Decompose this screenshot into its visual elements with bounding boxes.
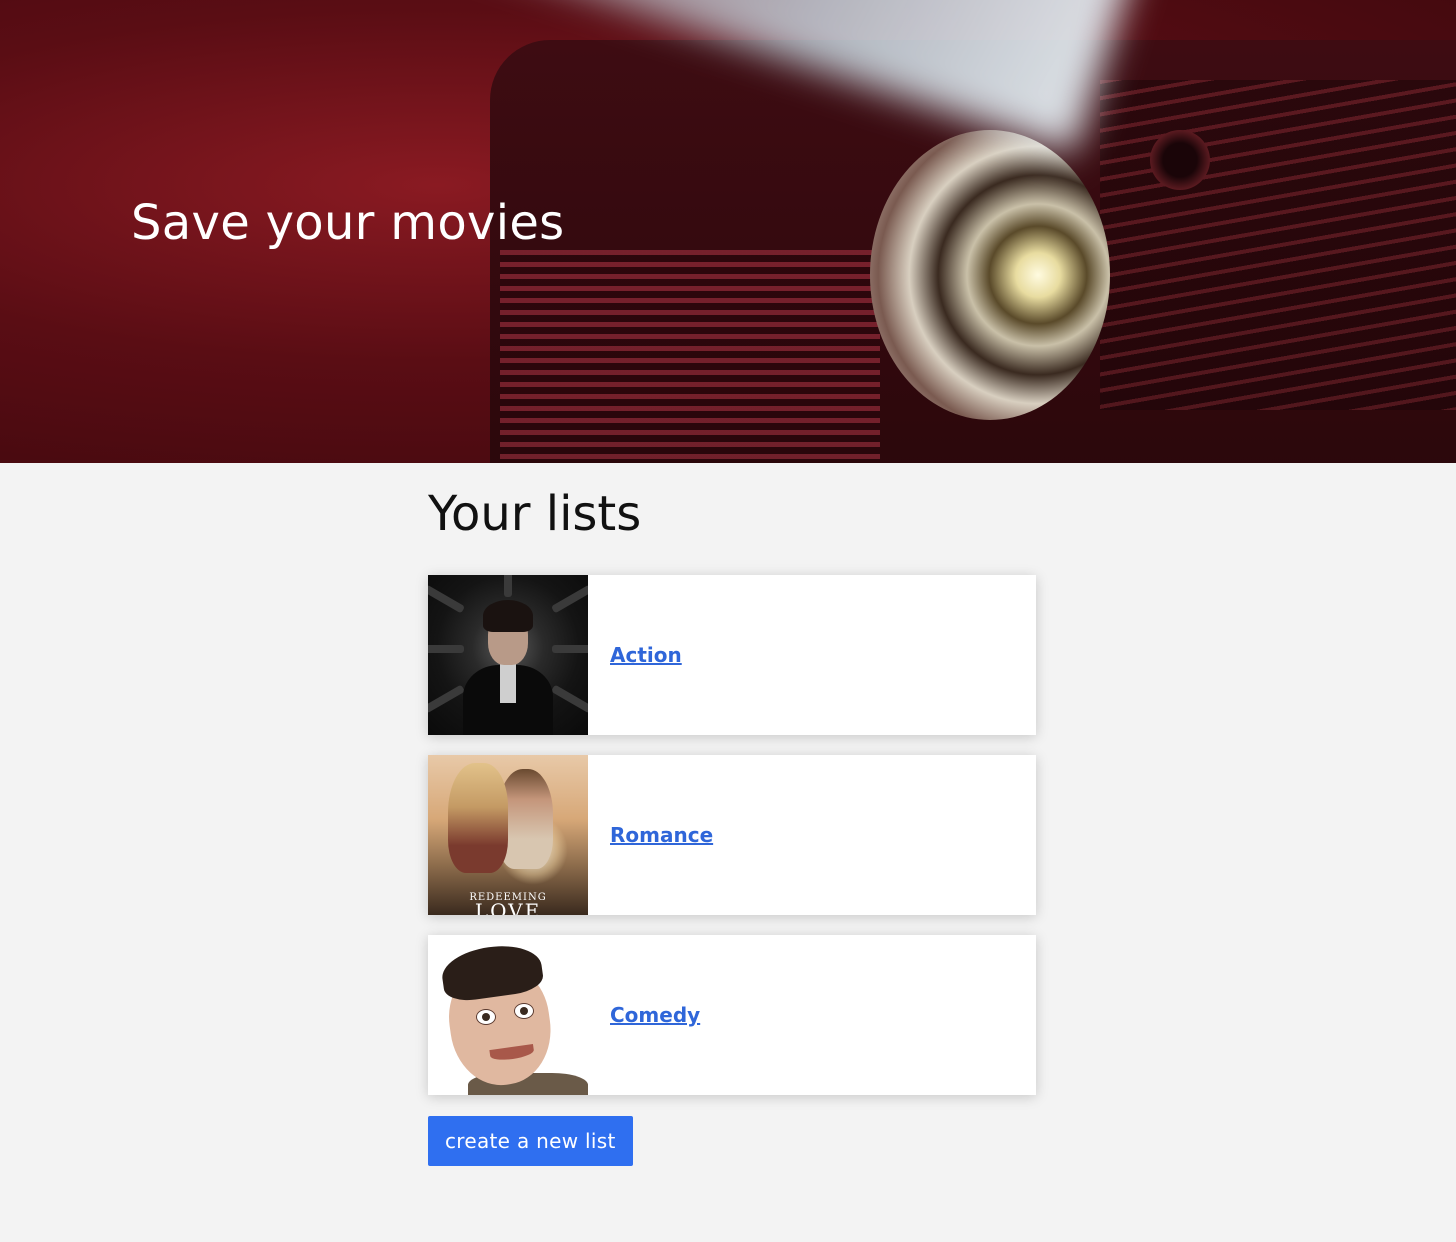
hero-title: Save your movies xyxy=(131,195,565,251)
list-card-romance[interactable]: REDEEMING LOVE Romance xyxy=(428,755,1036,915)
section-title: Your lists xyxy=(428,486,642,542)
hero-banner: Save your movies xyxy=(0,0,1456,463)
lists-section: Your lists Action REDEEMING LOVE Romance… xyxy=(428,463,1036,1166)
list-link-romance[interactable]: Romance xyxy=(610,823,713,847)
romance-thumbnail: REDEEMING LOVE xyxy=(428,755,588,915)
projector-vents-right xyxy=(1100,80,1456,410)
list-card-action[interactable]: Action xyxy=(428,575,1036,735)
projector-vents xyxy=(500,250,880,463)
action-thumbnail xyxy=(428,575,588,735)
list-link-action[interactable]: Action xyxy=(610,643,682,667)
projector-lens xyxy=(870,130,1110,420)
projector-knob xyxy=(1150,130,1210,190)
create-list-button[interactable]: create a new list xyxy=(428,1116,633,1166)
comedy-thumbnail xyxy=(428,935,588,1095)
list-link-comedy[interactable]: Comedy xyxy=(610,1003,700,1027)
poster-text-large: LOVE xyxy=(474,899,542,915)
list-card-comedy[interactable]: Comedy xyxy=(428,935,1036,1095)
lists-container: Action REDEEMING LOVE Romance Comedy xyxy=(428,575,1036,1095)
